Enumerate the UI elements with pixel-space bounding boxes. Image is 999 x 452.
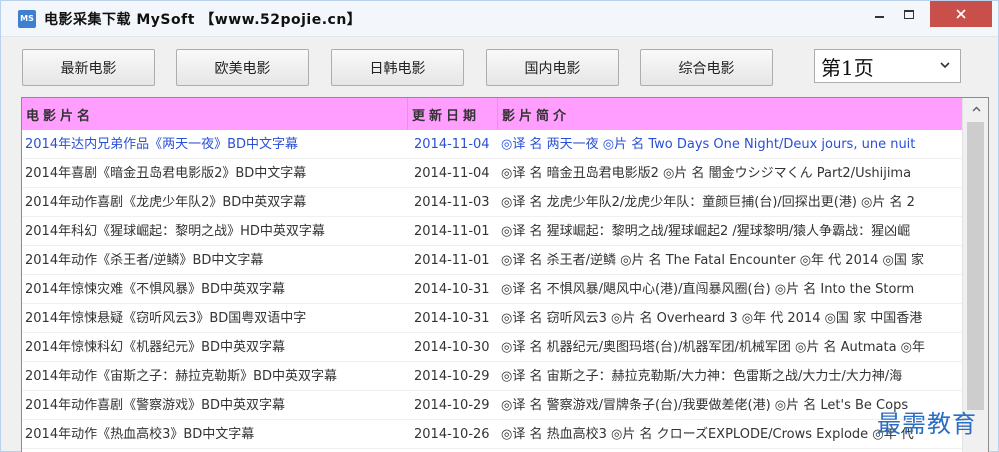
movie-title-cell: 2014年动作《热血高校3》BD中文字幕 (25, 426, 255, 442)
table-row[interactable]: 2014年动作《杀王者/逆鳞》BD中文字幕 2014-11-01 ◎译 名 杀王… (22, 246, 962, 275)
movie-intro-cell: ◎译 名 龙虎少年队2/龙虎少年队：童颜巨捕(台)/回探出更(港) ◎片 名 2 (501, 194, 915, 210)
vertical-scrollbar[interactable] (962, 98, 988, 452)
movie-intro-cell: ◎译 名 杀王者/逆鳞 ◎片 名 The Fatal Encounter ◎年 … (501, 252, 925, 268)
table-body: 2014年达内兄弟作品《两天一夜》BD中文字幕 2014-11-04 ◎译 名 … (22, 130, 962, 449)
page-select[interactable]: 第1页 (814, 49, 961, 83)
japan-korea-movies-button[interactable]: 日韩电影 (331, 49, 464, 86)
table-row[interactable]: 2014年科幻《猩球崛起：黎明之战》HD中英双字幕 2014-11-01 ◎译 … (22, 217, 962, 246)
movie-title-cell: 2014年喜剧《暗金丑岛君电影版2》BD中文字幕 (25, 165, 307, 181)
western-movies-button[interactable]: 欧美电影 (176, 49, 309, 86)
update-date-cell: 2014-10-29 (414, 397, 490, 413)
movie-title-cell: 2014年惊悚科幻《机器纪元》BD中英双字幕 (25, 339, 286, 355)
title-bar[interactable]: MS 电影采集下载 MySoft 【www.52pojie.cn】 (1, 1, 998, 37)
table-row[interactable]: 2014年动作《宙斯之子：赫拉克勒斯》BD中英双字幕 2014-10-29 ◎译… (22, 362, 962, 391)
movie-title-cell: 2014年科幻《猩球崛起：黎明之战》HD中英双字幕 (25, 223, 325, 239)
app-logo-icon: MS (18, 9, 36, 28)
movie-intro-cell: ◎译 名 暗金丑岛君电影版2 ◎片 名 闇金ウシジマくん Part2/Ushij… (501, 165, 912, 181)
movie-title-cell: 2014年惊悚灾难《不惧风暴》BD中英双字幕 (25, 281, 286, 297)
update-date-cell: 2014-10-31 (414, 310, 490, 326)
table-row[interactable]: 2014年惊悚科幻《机器纪元》BD中英双字幕 2014-10-30 ◎译 名 机… (22, 333, 962, 362)
page-select-value: 第1页 (821, 55, 874, 80)
movie-title-cell: 2014年达内兄弟作品《两天一夜》BD中文字幕 (25, 136, 299, 152)
latest-movies-button[interactable]: 最新电影 (22, 49, 155, 86)
update-date-cell: 2014-10-29 (414, 368, 490, 384)
update-date-cell: 2014-11-04 (414, 165, 490, 181)
update-date-cell: 2014-11-04 (414, 136, 490, 152)
chevron-down-icon (940, 62, 950, 69)
window-title: 电影采集下载 MySoft 【www.52pojie.cn】 (44, 11, 362, 28)
table-row[interactable]: 2014年达内兄弟作品《两天一夜》BD中文字幕 2014-11-04 ◎译 名 … (22, 130, 962, 159)
column-header-intro[interactable]: 影片简介 (498, 98, 962, 130)
chevron-up-icon (972, 106, 980, 112)
update-date-cell: 2014-10-26 (414, 426, 490, 442)
column-header-title[interactable]: 电影片名 (22, 98, 408, 130)
movie-title-cell: 2014年动作《杀王者/逆鳞》BD中文字幕 (25, 252, 264, 268)
window-controls (864, 1, 998, 31)
scroll-up-button[interactable] (963, 98, 988, 120)
movie-title-cell: 2014年惊悚悬疑《窃听风云3》BD国粤双语中字 (25, 310, 307, 326)
table-row[interactable]: 2014年惊悚灾难《不惧风暴》BD中英双字幕 2014-10-31 ◎译 名 不… (22, 275, 962, 304)
update-date-cell: 2014-11-03 (414, 194, 490, 210)
movie-intro-cell: ◎译 名 机器纪元/奥图玛塔(台)/机器军团/机械军团 ◎片 名 Autmata… (501, 339, 926, 355)
table-header: 电影片名 更新日期 影片简介 (22, 98, 962, 130)
movie-intro-cell: ◎译 名 两天一夜 ◎片 名 Two Days One Night/Deux j… (501, 136, 916, 152)
domestic-movies-button[interactable]: 国内电影 (486, 49, 619, 86)
close-button[interactable] (930, 1, 992, 27)
general-movies-button[interactable]: 综合电影 (640, 49, 773, 86)
update-date-cell: 2014-10-30 (414, 339, 490, 355)
update-date-cell: 2014-11-01 (414, 252, 490, 268)
close-icon (956, 9, 966, 19)
movie-title-cell: 2014年动作《宙斯之子：赫拉克勒斯》BD中英双字幕 (25, 368, 338, 384)
update-date-cell: 2014-10-31 (414, 281, 490, 297)
movie-title-cell: 2014年动作喜剧《警察游戏》BD中英双字幕 (25, 397, 286, 413)
maximize-icon (904, 9, 914, 19)
app-window: MS 电影采集下载 MySoft 【www.52pojie.cn】 最新电影 欧… (0, 0, 999, 452)
movie-intro-cell: ◎译 名 猩球崛起：黎明之战/猩球崛起2 /猩球黎明/猿人争霸战：猩凶崛 (501, 223, 911, 239)
scrollbar-thumb[interactable] (967, 122, 984, 410)
movie-intro-cell: ◎译 名 窃听风云3 ◎片 名 Overheard 3 ◎年 代 2014 ◎国… (501, 310, 923, 326)
watermark-text: 最需教育 (877, 410, 977, 438)
minimize-icon (874, 16, 884, 18)
minimize-button[interactable] (864, 1, 894, 27)
movie-title-cell: 2014年动作喜剧《龙虎少年队2》BD中英双字幕 (25, 194, 307, 210)
maximize-button[interactable] (894, 1, 924, 27)
movie-list-table: 电影片名 更新日期 影片简介 2014年达内兄弟作品《两天一夜》BD中文字幕 2… (21, 97, 989, 452)
table-row[interactable]: 2014年动作《热血高校3》BD中文字幕 2014-10-26 ◎译 名 热血高… (22, 420, 962, 449)
table-row[interactable]: 2014年惊悚悬疑《窃听风云3》BD国粤双语中字 2014-10-31 ◎译 名… (22, 304, 962, 333)
table-row[interactable]: 2014年喜剧《暗金丑岛君电影版2》BD中文字幕 2014-11-04 ◎译 名… (22, 159, 962, 188)
column-header-date[interactable]: 更新日期 (408, 98, 498, 130)
update-date-cell: 2014-11-01 (414, 223, 490, 239)
movie-intro-cell: ◎译 名 不惧风暴/飓风中心(港)/直闯暴风圈(台) ◎片 名 Into the… (501, 281, 915, 297)
table-row[interactable]: 2014年动作喜剧《龙虎少年队2》BD中英双字幕 2014-11-03 ◎译 名… (22, 188, 962, 217)
movie-intro-cell: ◎译 名 宙斯之子：赫拉克勒斯/大力神：色雷斯之战/大力士/大力神/海 (501, 368, 903, 384)
table-row[interactable]: 2014年动作喜剧《警察游戏》BD中英双字幕 2014-10-29 ◎译 名 警… (22, 391, 962, 420)
